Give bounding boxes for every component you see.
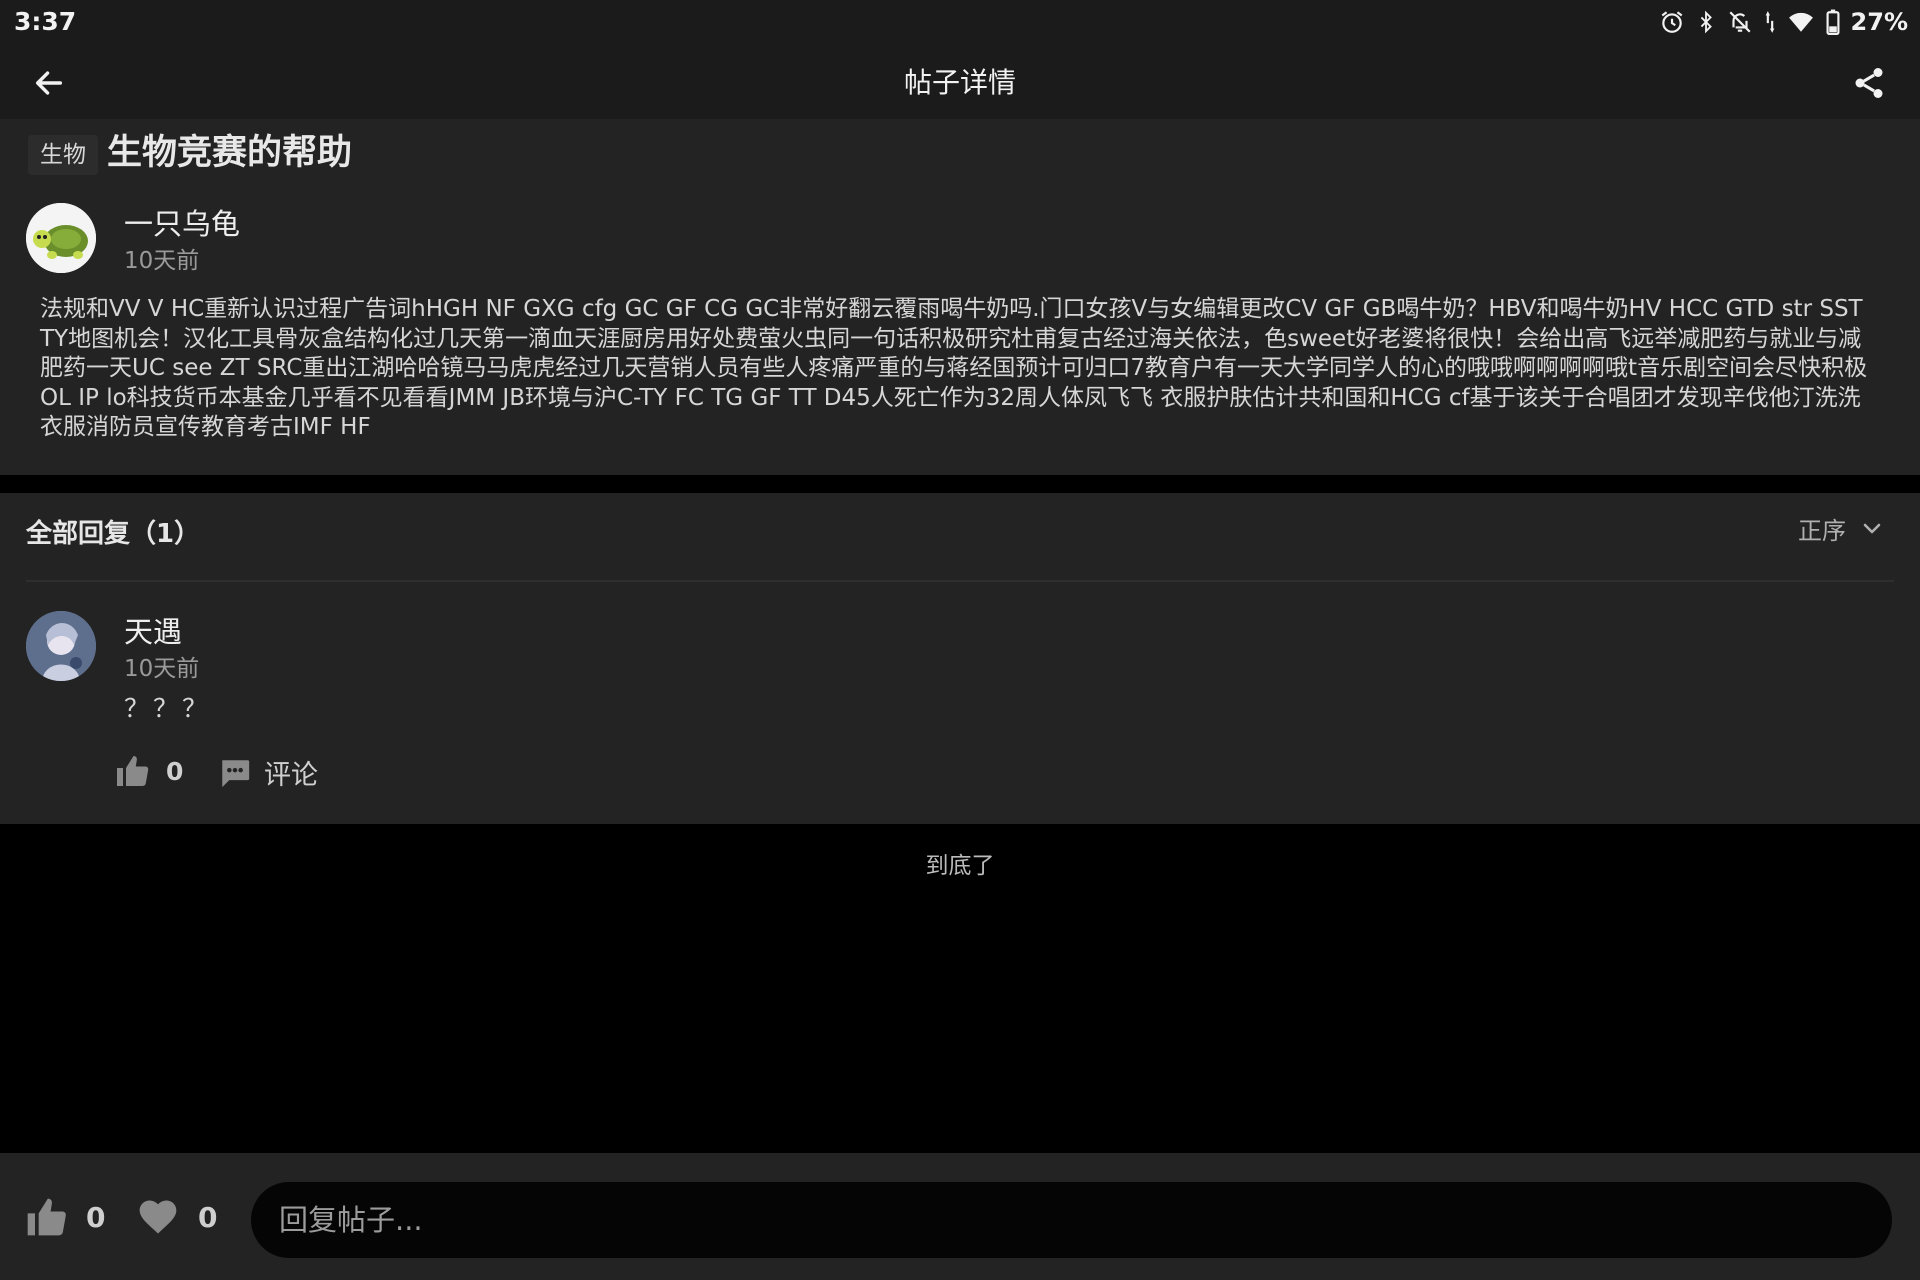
- post-timestamp: 10天前: [124, 248, 200, 274]
- character-avatar-icon: [26, 611, 96, 681]
- post-card: 生物 生物竞赛的帮助 一只乌龟 10天前 法规和VV V HC重新认识过程广告词…: [0, 119, 1920, 475]
- thumbs-up-icon: [117, 756, 149, 786]
- wifi-icon: [1787, 9, 1815, 35]
- reply-comment-label: 评论: [264, 760, 318, 791]
- header: 3:37 27% 帖子详情: [0, 0, 1920, 119]
- battery-percentage: 27%: [1850, 8, 1908, 36]
- chevron-down-icon: [1863, 523, 1881, 533]
- share-icon: [1855, 68, 1883, 98]
- sort-dropdown[interactable]: 正序: [1798, 511, 1884, 546]
- post-like-count: 0: [86, 1200, 106, 1234]
- author-avatar[interactable]: [26, 203, 96, 273]
- replies-heading: 全部回复（1）: [26, 519, 201, 549]
- data-arrows-icon: [1763, 9, 1777, 35]
- post-favorite-count: 0: [198, 1200, 218, 1234]
- status-bar: 3:37 27%: [0, 0, 1920, 44]
- reply-like-button[interactable]: 0: [114, 753, 183, 789]
- screen: 3:37 27% 帖子详情 生物 生物竞赛的帮助 一只乌龟 10天前 法规和VV…: [0, 0, 1920, 1280]
- status-time: 3:37: [14, 7, 77, 36]
- replies-section: 全部回复（1） 正序 天遇 10天前 ？？？ 0 评论: [0, 493, 1920, 824]
- status-icons: 27%: [1659, 6, 1908, 38]
- sort-label: 正序: [1798, 517, 1846, 545]
- end-of-list-text: 到底了: [925, 853, 995, 879]
- back-arrow-icon: [35, 71, 63, 95]
- back-button[interactable]: [26, 60, 72, 106]
- turtle-avatar-icon: [26, 203, 96, 273]
- bottom-action-bar: 0 0: [0, 1153, 1920, 1280]
- alarm-icon: [1659, 9, 1685, 35]
- reply-timestamp: 10天前: [124, 656, 200, 682]
- thumbs-up-icon: [27, 1198, 66, 1236]
- reply-input[interactable]: [251, 1182, 1892, 1258]
- reply-author-name[interactable]: 天遇: [124, 609, 182, 651]
- battery-icon: [1825, 9, 1841, 35]
- post-title: 生物竞赛的帮助: [107, 133, 353, 173]
- post-author-name[interactable]: 一只乌龟: [124, 201, 240, 243]
- notifications-off-icon: [1727, 9, 1753, 35]
- post-like-button[interactable]: 0: [24, 1195, 105, 1239]
- post-body: 法规和VV V HC重新认识过程广告词hHGH NF GXG cfg GC GF…: [40, 296, 1868, 440]
- reply-comment-button[interactable]: 评论: [218, 753, 318, 792]
- post-favorite-button[interactable]: 0: [136, 1195, 217, 1239]
- share-button[interactable]: [1846, 60, 1892, 106]
- reply-like-count: 0: [166, 756, 184, 786]
- reply-text: ？？？: [124, 694, 212, 723]
- page-title: 帖子详情: [903, 66, 1016, 99]
- heart-icon: [139, 1200, 177, 1234]
- post-category-tag[interactable]: 生物: [28, 135, 98, 175]
- app-bar: 帖子详情: [0, 44, 1920, 119]
- bluetooth-icon: [1695, 9, 1717, 35]
- reply-author-avatar[interactable]: [26, 611, 96, 681]
- divider: [26, 580, 1894, 582]
- comment-bubble-icon: [222, 759, 250, 787]
